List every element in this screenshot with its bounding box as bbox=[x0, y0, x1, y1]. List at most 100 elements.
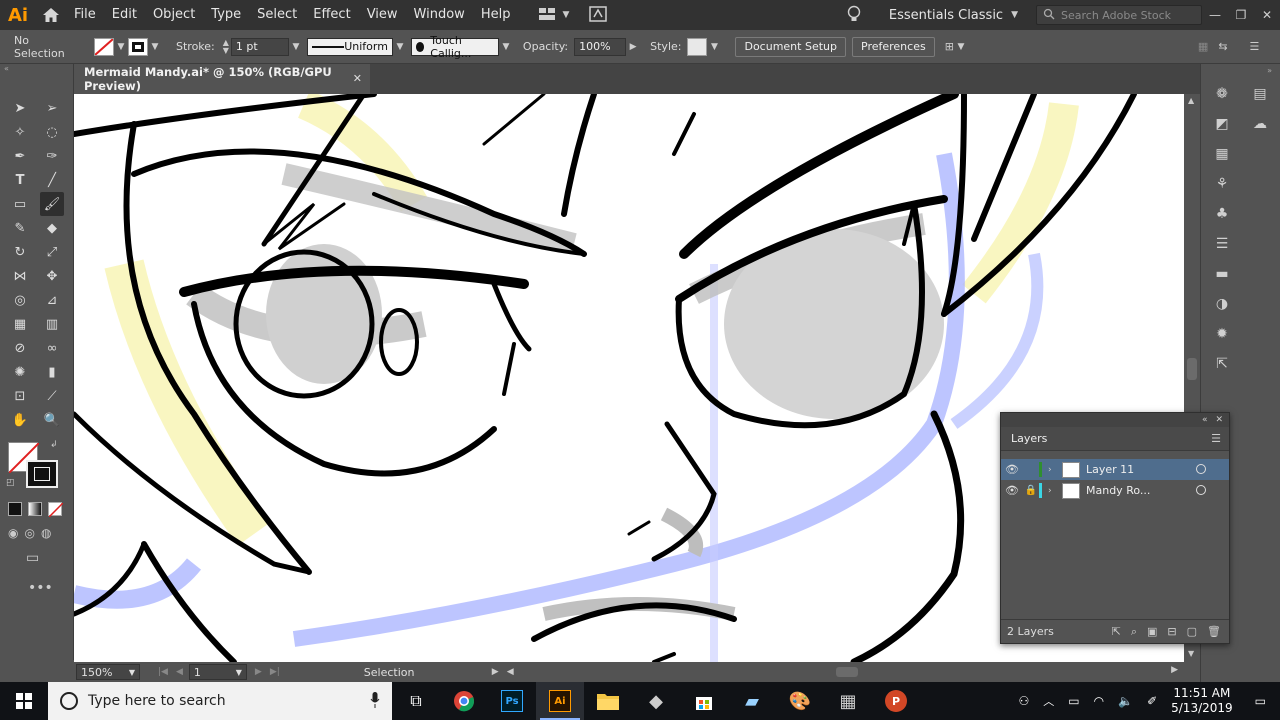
menu-type[interactable]: Type bbox=[203, 0, 249, 30]
brush-definition[interactable]: Touch Callig... bbox=[410, 34, 499, 60]
new-layer-icon[interactable]: ▢ bbox=[1187, 625, 1197, 639]
lock-icon[interactable]: 🔒 bbox=[1023, 485, 1039, 496]
chevron-right-icon[interactable]: ▶ bbox=[626, 38, 640, 56]
scroll-down-icon[interactable]: ▼ bbox=[1188, 649, 1194, 658]
curvature-tool-icon[interactable]: ✑ bbox=[40, 144, 64, 168]
scroll-thumb[interactable] bbox=[1187, 358, 1197, 380]
edit-toolbar-icon[interactable]: ••• bbox=[28, 580, 53, 596]
document-setup-button[interactable]: Document Setup bbox=[735, 36, 846, 57]
people-icon[interactable]: ⚇ bbox=[1019, 694, 1030, 708]
chevron-down-icon[interactable]: ▼ bbox=[954, 38, 968, 56]
panel-menu-icon[interactable]: ☰ bbox=[1211, 432, 1221, 445]
wifi-icon[interactable]: ◠ bbox=[1094, 694, 1104, 708]
new-sublayer-icon[interactable]: ⊟ bbox=[1167, 625, 1176, 639]
menu-help[interactable]: Help bbox=[473, 0, 519, 30]
store-icon[interactable] bbox=[680, 682, 728, 720]
symbols-icon[interactable]: ♣ bbox=[1211, 204, 1233, 224]
stock-search[interactable]: Search Adobe Stock bbox=[1036, 5, 1202, 25]
paintbrush-tool-icon[interactable]: 🖌 bbox=[40, 192, 64, 216]
pen-tool-icon[interactable]: ✒ bbox=[8, 144, 32, 168]
gradient-panel-icon[interactable]: ◩ bbox=[1211, 114, 1233, 134]
artboard-nav-next-icon[interactable]: ▶ bbox=[255, 667, 262, 677]
hscroll-right-icon[interactable]: ▶ bbox=[1171, 665, 1178, 675]
eyedropper-tool-icon[interactable]: ⊘ bbox=[8, 336, 32, 360]
swap-fill-stroke-icon[interactable]: ↲ bbox=[50, 440, 58, 450]
menu-object[interactable]: Object bbox=[145, 0, 203, 30]
draw-normal-icon[interactable]: ◉ bbox=[8, 526, 18, 540]
clipping-mask-icon[interactable]: ▣ bbox=[1147, 625, 1157, 639]
hand-tool-icon[interactable]: ✋ bbox=[8, 408, 32, 432]
document-tab[interactable]: Mermaid Mandy.ai* @ 150% (RGB/GPU Previe… bbox=[74, 64, 370, 94]
chevron-down-icon[interactable]: ▼ bbox=[289, 38, 303, 56]
file-explorer-icon[interactable] bbox=[584, 682, 632, 720]
horizontal-scrollbar-track[interactable] bbox=[520, 667, 1170, 677]
rotate-tool-icon[interactable]: ↻ bbox=[8, 240, 32, 264]
layer-name[interactable]: Layer 11 bbox=[1086, 463, 1134, 476]
panel-collapse-icon[interactable]: « bbox=[1202, 415, 1208, 425]
chevron-up-icon[interactable]: ︿ bbox=[1043, 693, 1054, 709]
illustrator-taskbar-icon[interactable]: Ai bbox=[536, 682, 584, 720]
stroke-black-swatch[interactable] bbox=[26, 460, 58, 488]
line-tool-icon[interactable]: ╱ bbox=[40, 168, 64, 192]
menu-effect[interactable]: Effect bbox=[305, 0, 358, 30]
color-mode-icon[interactable] bbox=[8, 502, 22, 516]
mesh-tool-icon[interactable]: ▦ bbox=[8, 312, 32, 336]
chevron-down-icon[interactable]: ▼ bbox=[114, 38, 128, 56]
stroke-panel-icon[interactable]: ☰ bbox=[1211, 234, 1233, 254]
workspace-switcher[interactable]: Essentials Classic ▼ bbox=[881, 8, 1026, 23]
menu-view[interactable]: View bbox=[359, 0, 406, 30]
none-mode-icon[interactable] bbox=[48, 502, 63, 517]
magic-wand-tool-icon[interactable]: ✧ bbox=[8, 120, 32, 144]
draw-inside-icon[interactable]: ◍ bbox=[41, 526, 51, 540]
slice-tool-icon[interactable]: ⟋ bbox=[40, 384, 64, 408]
color-guide-icon[interactable]: ❁ bbox=[1211, 84, 1233, 104]
artboard-number-field[interactable]: 1 ▼ bbox=[188, 664, 247, 680]
layer-target-icon[interactable] bbox=[1196, 464, 1206, 474]
puppet-warp-tool-icon[interactable]: ✥ bbox=[40, 264, 64, 288]
chrome-icon[interactable] bbox=[440, 682, 488, 720]
hscroll-left-icon[interactable]: ◀ bbox=[507, 667, 514, 677]
layers-panel-tab[interactable]: Layers ☰ bbox=[1001, 427, 1229, 451]
stroke-stepper[interactable]: ▲ ▼ bbox=[223, 38, 229, 55]
artboard-tool-icon[interactable]: ⊡ bbox=[8, 384, 32, 408]
calculator-icon[interactable]: ▦ bbox=[824, 682, 872, 720]
lightbulb-icon[interactable] bbox=[847, 5, 861, 26]
layer-target-icon[interactable] bbox=[1196, 485, 1206, 495]
variable-width-profile[interactable]: Uniform bbox=[306, 37, 393, 56]
width-tool-icon[interactable]: ⋈ bbox=[8, 264, 32, 288]
direct-selection-tool-icon[interactable]: ➢ bbox=[40, 96, 64, 120]
panel-menu-icon[interactable]: ☰ bbox=[1250, 40, 1260, 53]
chevron-down-icon[interactable]: ▼ bbox=[499, 38, 513, 56]
volume-icon[interactable]: 🔈 bbox=[1118, 694, 1133, 708]
panel-collapse-icon[interactable]: « bbox=[0, 64, 73, 76]
opacity-field[interactable]: 100% bbox=[574, 37, 627, 56]
swatches-icon[interactable]: ▦ bbox=[1211, 144, 1233, 164]
scroll-up-icon[interactable]: ▲ bbox=[1188, 96, 1194, 105]
layer-name[interactable]: Mandy Ro... bbox=[1086, 484, 1150, 497]
shaper-tool-icon[interactable]: ✎ bbox=[8, 216, 32, 240]
powerpoint-icon[interactable]: P bbox=[872, 682, 920, 720]
taskbar-clock[interactable]: 11:51 AM 5/13/2019 bbox=[1171, 686, 1233, 716]
default-fill-stroke-icon[interactable]: ◰ bbox=[6, 478, 15, 488]
photoshop-icon[interactable]: Ps bbox=[488, 682, 536, 720]
perspective-grid-tool-icon[interactable]: ⊿ bbox=[40, 288, 64, 312]
cc-libraries-icon[interactable]: ☁ bbox=[1249, 114, 1271, 134]
app-icon-tablet[interactable]: ◆ bbox=[632, 682, 680, 720]
restore-button[interactable]: ❐ bbox=[1228, 0, 1254, 30]
preferences-button[interactable]: Preferences bbox=[852, 36, 935, 57]
blend-tool-icon[interactable]: ∞ bbox=[40, 336, 64, 360]
artboard-nav-prev-icon[interactable]: ◀ bbox=[176, 667, 183, 677]
arrange-documents-icon[interactable] bbox=[538, 7, 556, 24]
delete-layer-icon[interactable]: 🗑 bbox=[1207, 625, 1221, 639]
minimize-button[interactable]: — bbox=[1202, 0, 1228, 30]
locate-object-icon[interactable]: ⌕ bbox=[1131, 625, 1137, 639]
zoom-field[interactable]: 150% ▼ bbox=[76, 664, 140, 680]
appearance-icon[interactable]: ✹ bbox=[1211, 324, 1233, 344]
symbol-sprayer-tool-icon[interactable]: ✺ bbox=[8, 360, 32, 384]
arrange-icon[interactable]: ▦ bbox=[1198, 40, 1208, 53]
fill-swatch[interactable] bbox=[94, 37, 114, 56]
rectangle-tool-icon[interactable]: ▭ bbox=[8, 192, 32, 216]
menu-select[interactable]: Select bbox=[249, 0, 305, 30]
menu-file[interactable]: File bbox=[66, 0, 104, 30]
expand-arrow-icon[interactable]: › bbox=[1048, 465, 1062, 475]
